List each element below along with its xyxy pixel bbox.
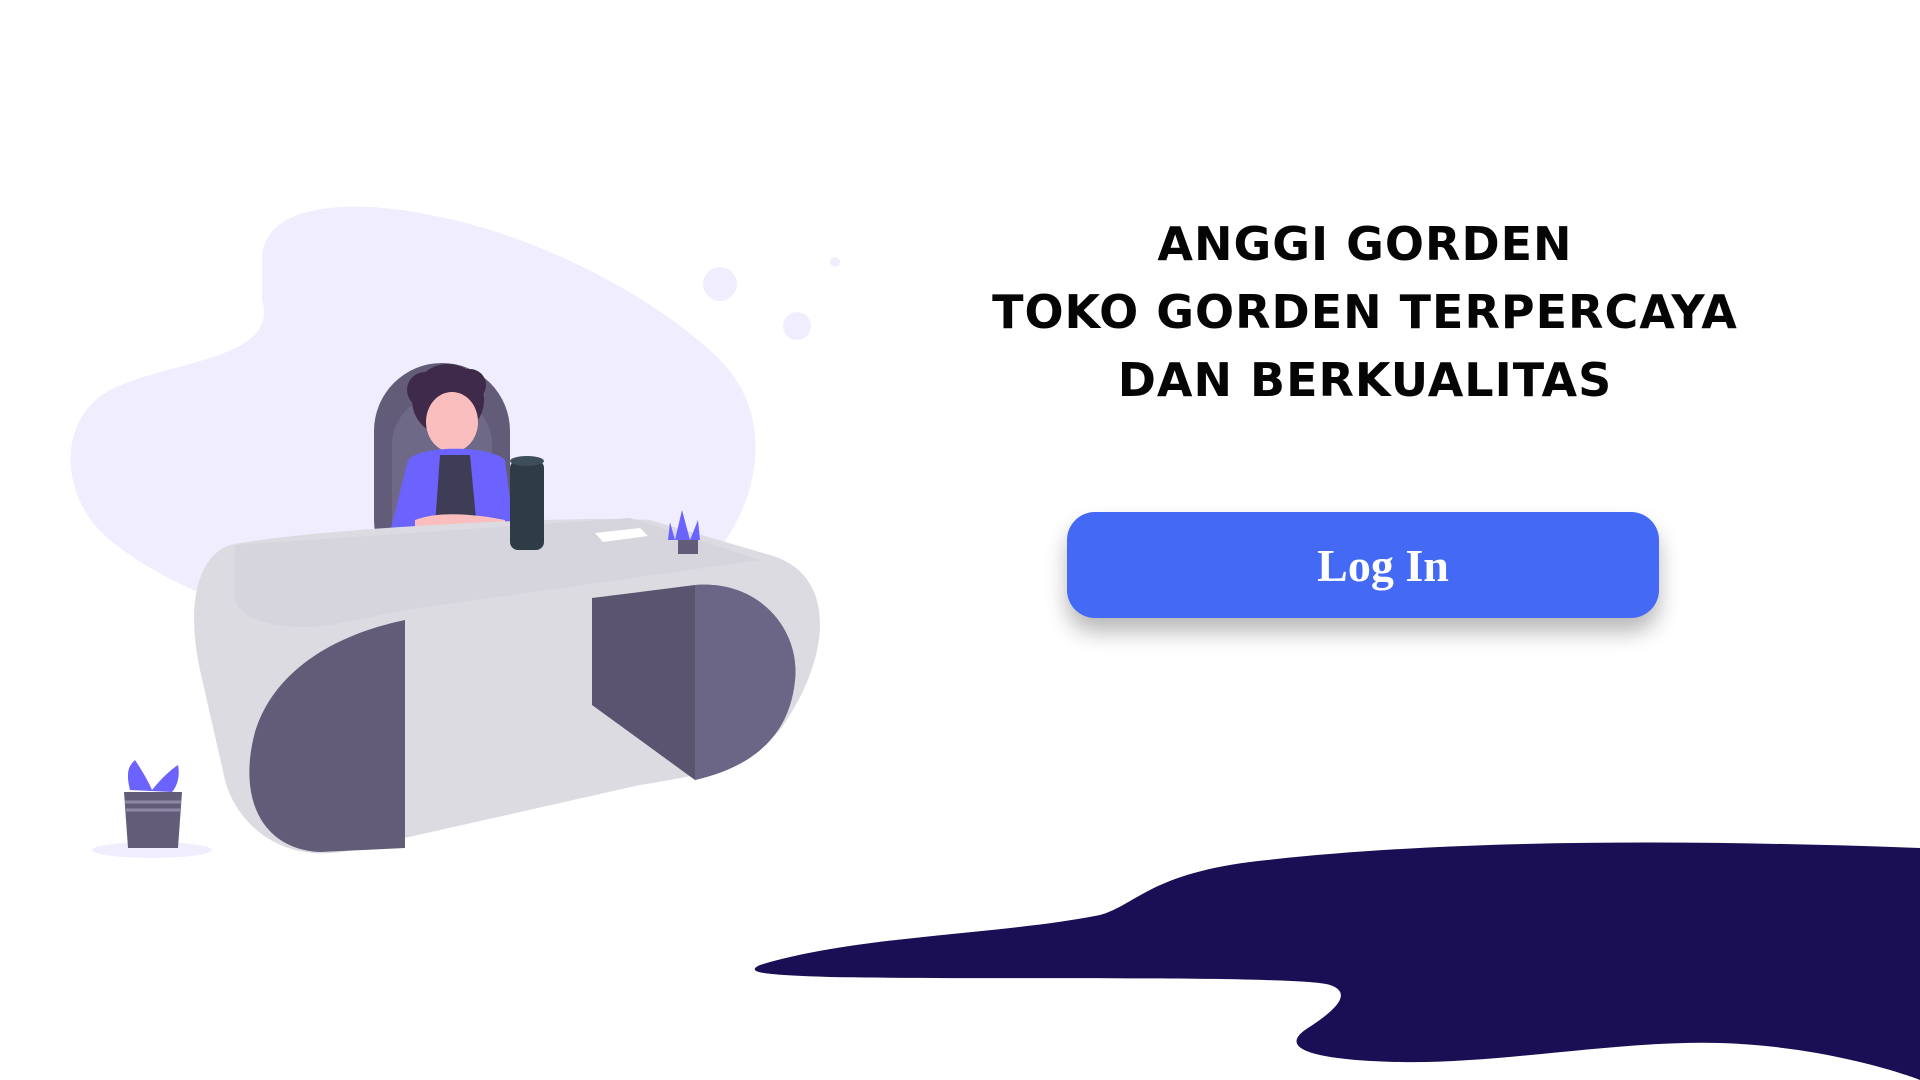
login-button[interactable]: Log In — [1067, 512, 1659, 618]
page-title: ANGGI GORDEN TOKO GORDEN TERPERCAYA DAN … — [990, 210, 1740, 414]
title-line-brand: ANGGI GORDEN — [1157, 217, 1573, 271]
login-landing-page: ANGGI GORDEN TOKO GORDEN TERPERCAYA DAN … — [0, 0, 1920, 1080]
title-line-tagline: TOKO GORDEN TERPERCAYA — [992, 285, 1738, 339]
title-line-tagline-2: DAN BERKUALITAS — [1117, 353, 1613, 407]
